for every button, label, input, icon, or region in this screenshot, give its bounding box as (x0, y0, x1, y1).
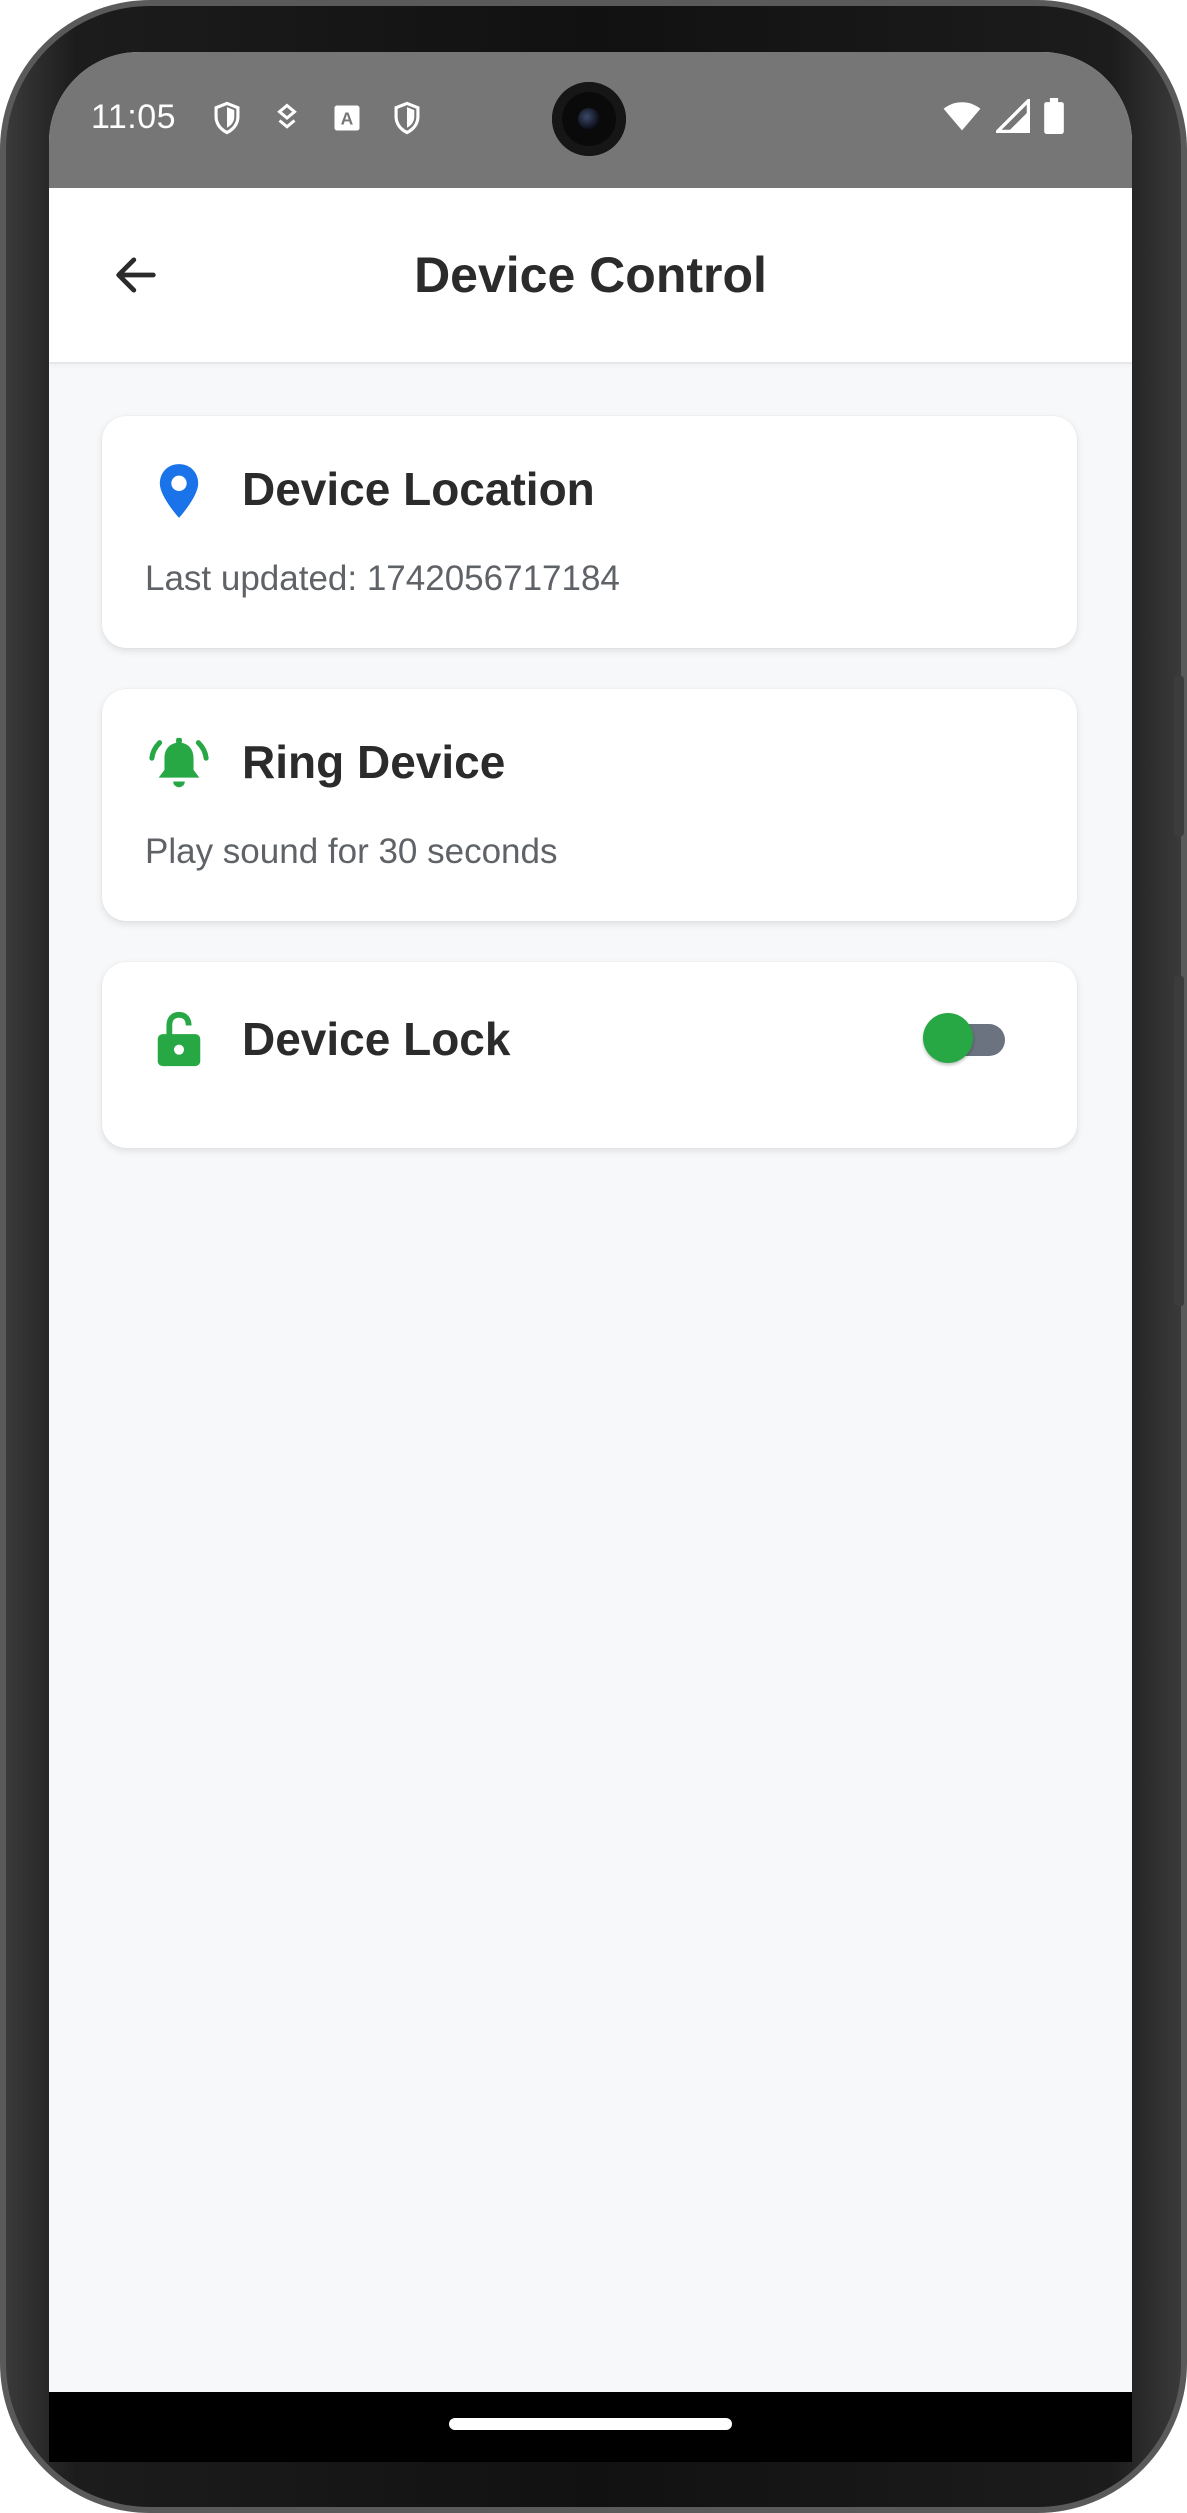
front-camera (552, 82, 626, 156)
volume-button (1174, 676, 1184, 836)
shield-icon (209, 100, 245, 136)
card-title: Device Location (242, 463, 595, 515)
svg-text:A: A (341, 108, 354, 128)
map-pin-icon (148, 460, 210, 522)
signal-icon (993, 96, 1031, 138)
notification-icons: A (209, 100, 425, 136)
card-title: Device Lock (242, 1013, 511, 1065)
text-a-icon: A (329, 100, 365, 136)
power-button (1174, 976, 1184, 1306)
unlocked-padlock-icon (148, 1008, 210, 1070)
ring-device-card[interactable]: Ring Device Play sound for 30 seconds (102, 689, 1077, 921)
device-lock-card: Device Lock (102, 962, 1077, 1148)
system-icons (942, 96, 1064, 139)
device-lock-toggle[interactable] (923, 1010, 1005, 1066)
app-bar: Device Control (49, 188, 1132, 364)
ring-duration-text: Play sound for 30 seconds (145, 832, 558, 871)
device-location-card[interactable]: Device Location Last updated: 1742056717… (102, 416, 1077, 648)
status-bar: 11:05 A (49, 52, 1132, 188)
page-title: Device Control (414, 247, 767, 303)
screen: 11:05 A Device Control Device Location L… (49, 52, 1132, 2392)
last-updated-text: Last updated: 1742056717184 (145, 559, 620, 598)
battery-icon (1044, 98, 1064, 139)
status-time: 11:05 (91, 98, 177, 136)
shield-icon (389, 100, 425, 136)
card-title: Ring Device (242, 736, 506, 788)
ringing-bell-icon (148, 733, 210, 795)
toggle-thumb (923, 1013, 973, 1063)
home-indicator[interactable] (449, 2418, 732, 2430)
wifi-icon (942, 100, 982, 137)
navigation-bar (49, 2392, 1132, 2462)
download-badge-icon (269, 100, 305, 136)
